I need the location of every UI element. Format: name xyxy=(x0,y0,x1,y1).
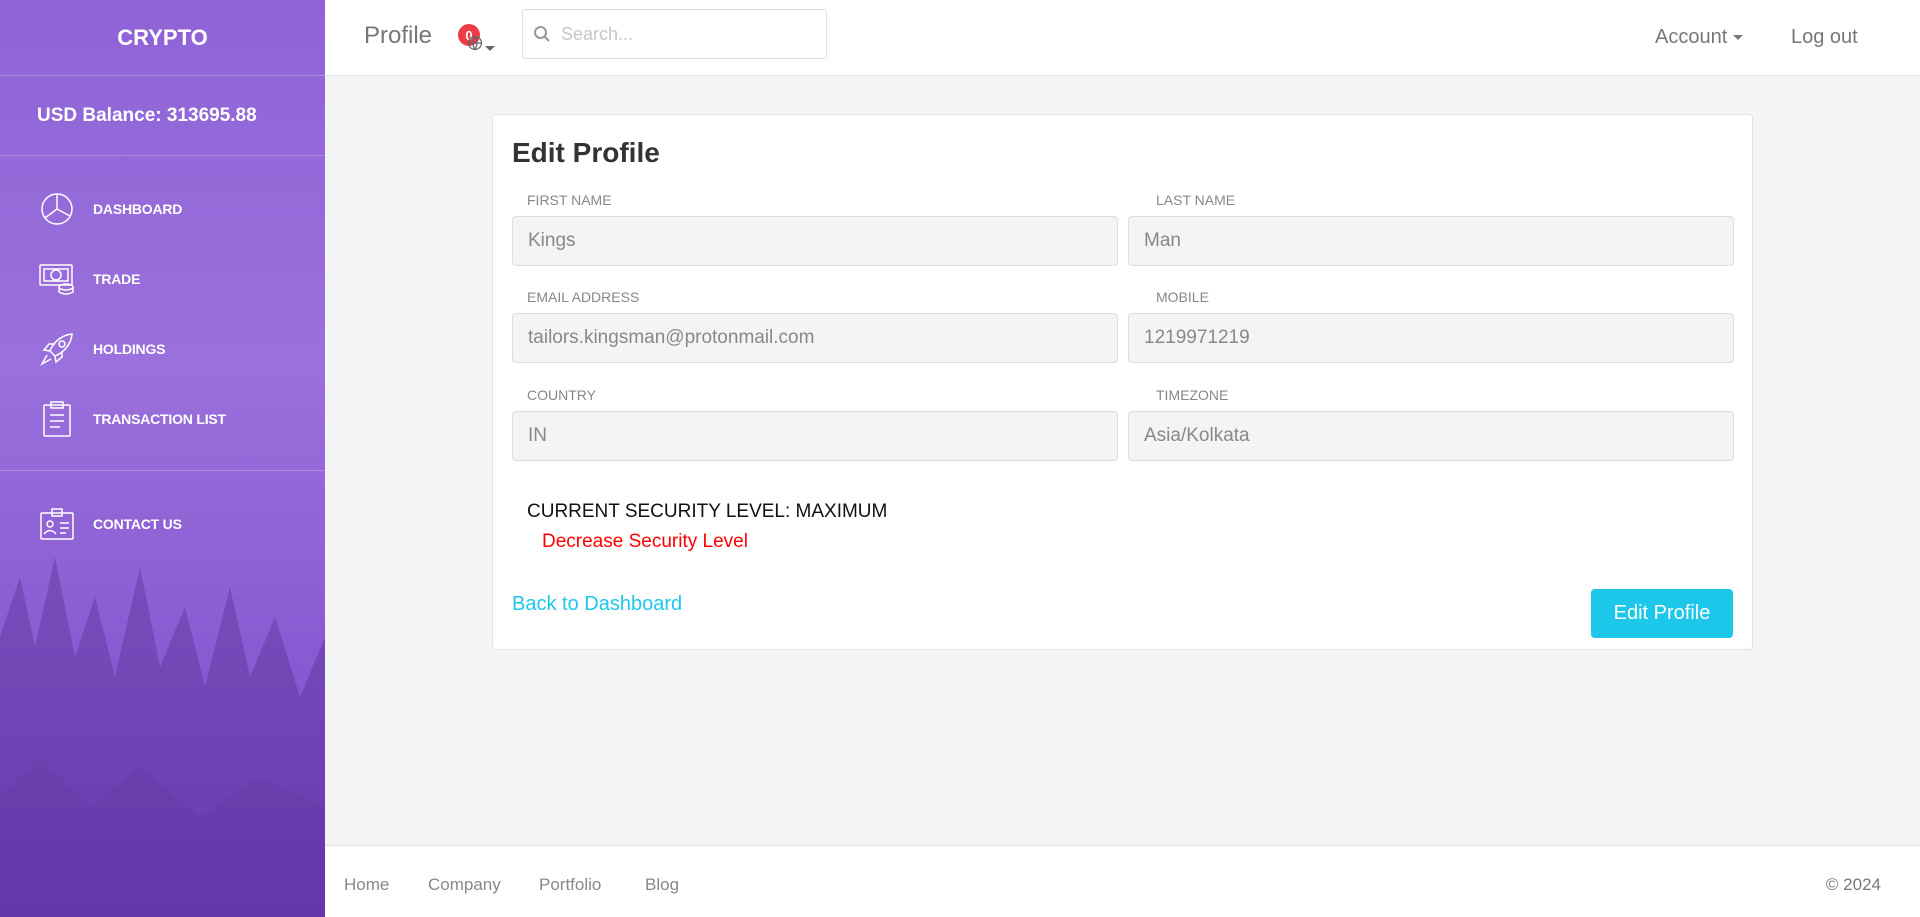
account-dropdown[interactable]: Account xyxy=(1655,26,1744,49)
first-name-field[interactable] xyxy=(512,216,1118,266)
footer: Home Company Portfolio Blog © 2024 xyxy=(325,845,1920,917)
footer-link-home[interactable]: Home xyxy=(344,875,389,895)
brand-logo[interactable]: CRYPTO xyxy=(0,0,325,76)
sidebar-item-label: HOLDINGS xyxy=(93,341,166,357)
sidebar: CRYPTO USD Balance: 313695.88 DASHBOARD … xyxy=(0,0,325,917)
footer-link-blog[interactable]: Blog xyxy=(645,875,679,895)
sidebar-item-contact-us[interactable]: CONTACT US xyxy=(0,489,325,559)
sidebar-item-label: CONTACT US xyxy=(93,516,182,532)
email-label: Email Address xyxy=(527,289,640,305)
last-name-label: Last Name xyxy=(1156,192,1236,208)
clipboard-icon xyxy=(37,399,77,439)
globe-icon xyxy=(467,35,483,51)
sidebar-item-holdings[interactable]: HOLDINGS xyxy=(0,314,325,384)
chevron-down-icon xyxy=(485,46,495,51)
mobile-field[interactable] xyxy=(1128,313,1734,363)
notifications-dropdown[interactable]: 0 xyxy=(458,24,498,58)
last-name-field[interactable] xyxy=(1128,216,1734,266)
logout-link[interactable]: Log out xyxy=(1791,26,1858,49)
mobile-label: Mobile xyxy=(1156,289,1209,305)
account-label: Account xyxy=(1655,26,1728,48)
country-label: Country xyxy=(527,387,596,403)
sidebar-secondary-nav: CONTACT US xyxy=(0,471,325,559)
footer-link-company[interactable]: Company xyxy=(428,875,501,895)
top-navbar: Profile 0 Account Log out xyxy=(325,0,1920,76)
money-icon xyxy=(37,259,77,299)
rocket-icon xyxy=(37,329,77,369)
sidebar-item-label: TRANSACTION LIST xyxy=(93,411,226,427)
country-field[interactable] xyxy=(512,411,1118,461)
page-title: Profile xyxy=(364,22,433,49)
usd-balance: USD Balance: 313695.88 xyxy=(0,76,325,156)
pie-chart-icon xyxy=(37,189,77,229)
sidebar-item-label: TRADE xyxy=(93,271,141,287)
sidebar-item-dashboard[interactable]: DASHBOARD xyxy=(0,174,325,244)
search-input[interactable] xyxy=(561,23,811,45)
footer-link-portfolio[interactable]: Portfolio xyxy=(539,875,601,895)
first-name-label: First Name xyxy=(527,192,612,208)
sidebar-item-trade[interactable]: TRADE xyxy=(0,244,325,314)
card-title: Edit Profile xyxy=(512,137,660,168)
back-to-dashboard-link[interactable]: Back to Dashboard xyxy=(512,593,682,616)
forest-background-image xyxy=(0,557,325,917)
sidebar-item-label: DASHBOARD xyxy=(93,201,183,217)
sidebar-nav: DASHBOARD TRADE HOLDINGS TRANSACTION LIS… xyxy=(0,156,325,471)
sidebar-item-transaction-list[interactable]: TRANSACTION LIST xyxy=(0,384,325,454)
id-card-icon xyxy=(37,504,77,544)
chevron-down-icon xyxy=(1733,35,1744,40)
edit-profile-card: Edit Profile First Name Last Name Email … xyxy=(492,114,1753,650)
security-level-text: CURRENT SECURITY LEVEL: MAXIMUM xyxy=(527,501,888,522)
edit-profile-button[interactable]: Edit Profile xyxy=(1591,589,1733,638)
copyright: © 2024 xyxy=(1825,875,1881,894)
search-box xyxy=(522,9,827,59)
decrease-security-link[interactable]: Decrease Security Level xyxy=(542,531,748,553)
search-icon xyxy=(534,26,550,42)
timezone-field[interactable] xyxy=(1128,411,1734,461)
timezone-label: Timezone xyxy=(1156,387,1229,403)
email-field[interactable] xyxy=(512,313,1118,363)
